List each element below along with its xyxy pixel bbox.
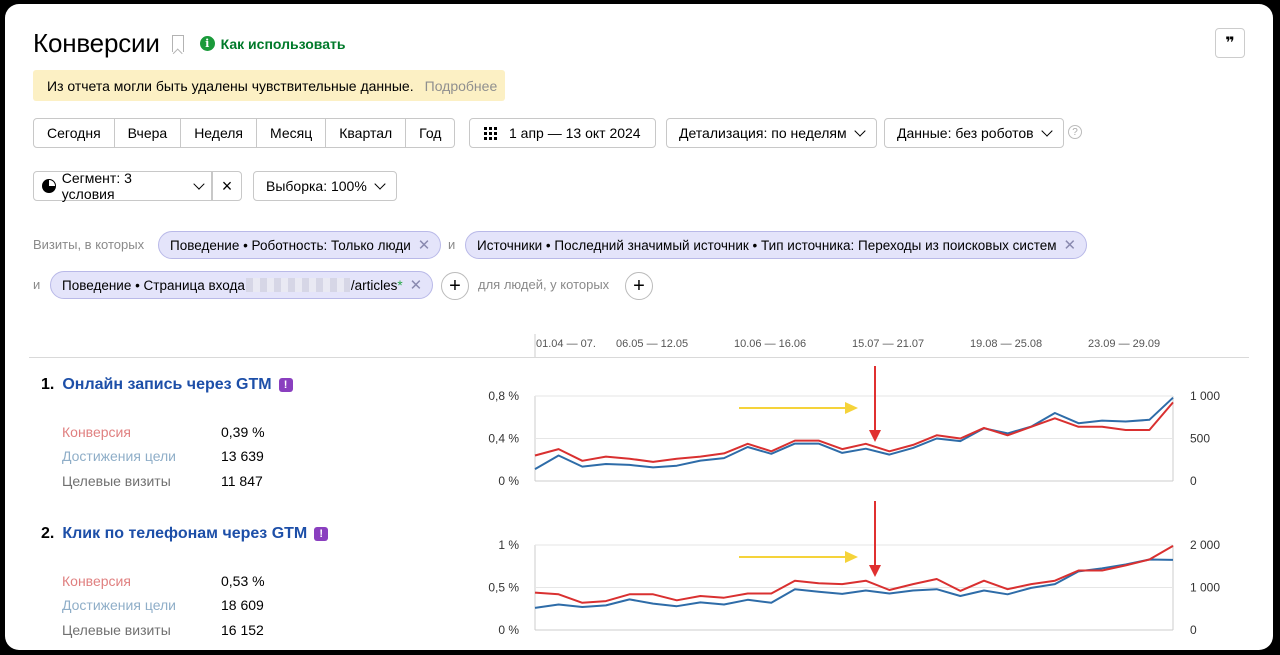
yellow-arrow-head bbox=[845, 402, 858, 414]
series-line-red bbox=[534, 401, 1174, 463]
left-axis-tick: 0,5 % bbox=[488, 581, 519, 595]
right-axis-tick: 1 000 bbox=[1190, 389, 1220, 403]
red-arrow-head bbox=[869, 430, 881, 442]
right-axis-tick: 1 000 bbox=[1190, 581, 1220, 595]
right-axis-tick: 0 bbox=[1190, 623, 1197, 637]
yellow-arrow-head bbox=[845, 551, 858, 563]
goal-charts: 0 % 0 0,4 % 500 0,8 % 1 000 0 % 0 0,5 % 1 000 1 % 2… bbox=[488, 366, 1220, 637]
right-axis-tick: 0 bbox=[1190, 474, 1197, 488]
red-arrow-head bbox=[869, 565, 881, 577]
right-axis-tick: 500 bbox=[1190, 432, 1210, 446]
series-line-red bbox=[534, 545, 1174, 604]
goal-2-chart: 0 % 0 0,5 % 1 000 1 % 2 000 bbox=[488, 501, 1220, 637]
left-axis-tick: 0,8 % bbox=[488, 389, 519, 403]
left-axis-tick: 1 % bbox=[498, 538, 519, 552]
left-axis-tick: 0 % bbox=[498, 623, 519, 637]
right-axis-tick: 2 000 bbox=[1190, 538, 1220, 552]
goal-1-chart: 0 % 0 0,4 % 500 0,8 % 1 000 bbox=[488, 366, 1220, 488]
series-line-blue bbox=[534, 558, 1174, 609]
left-axis-tick: 0 % bbox=[498, 474, 519, 488]
left-axis-tick: 0,4 % bbox=[488, 432, 519, 446]
report-frame: Конверсии i Как использовать ❞ Из отчета… bbox=[5, 4, 1273, 650]
